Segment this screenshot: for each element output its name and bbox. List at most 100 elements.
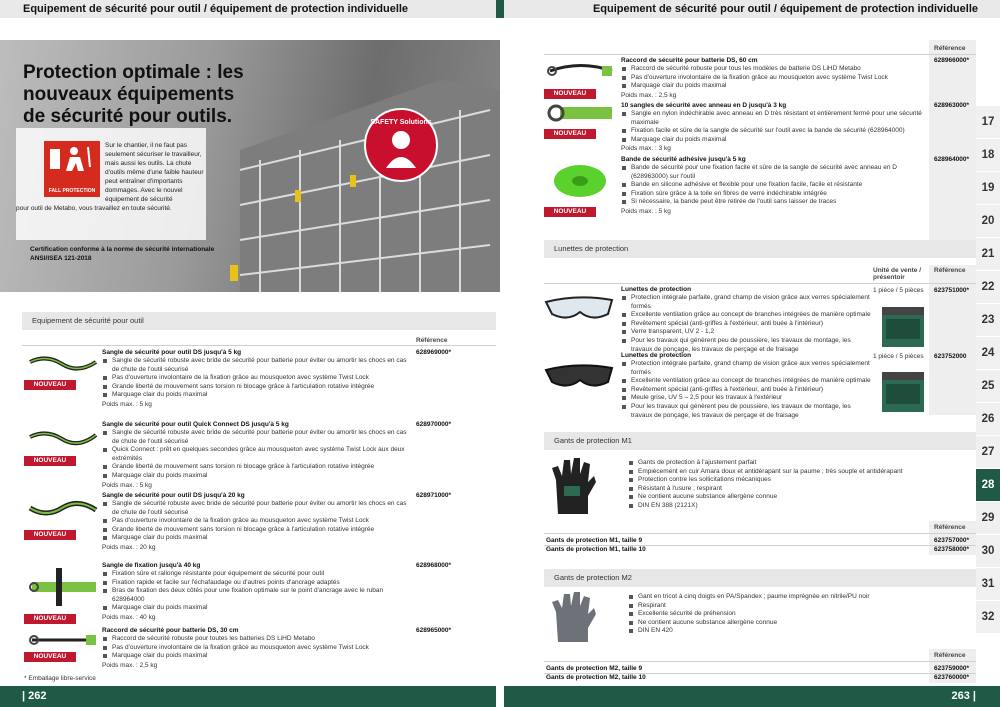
ref-628968000: 628968000* xyxy=(416,562,452,569)
unit-value: 1 pièce / 5 pièces xyxy=(873,287,924,294)
ref-header-m1: Référence xyxy=(934,524,966,531)
product-quick-connect-lanyard: Sangle de sécurité pour outil Quick Conn… xyxy=(102,421,412,490)
product-clear-glasses: Lunettes de protection Protection intégr… xyxy=(621,286,871,353)
new-badge: NOUVEAU xyxy=(544,89,596,99)
gloves-m1-features: Gants de protection à l'ajustement parfa… xyxy=(628,459,928,511)
ref-623759000: 623759000* xyxy=(934,665,970,672)
tab-20[interactable]: 20 xyxy=(976,205,1000,238)
ref-623760000: 623760000* xyxy=(934,674,970,681)
ref-628966000: 628966000* xyxy=(934,57,970,64)
divider xyxy=(544,54,976,55)
new-badge: NOUVEAU xyxy=(24,614,76,624)
product-lanyard-20kg: Sangle de sécurité pour outil DS jusqu'à… xyxy=(102,492,412,552)
ref-628965000: 628965000* xyxy=(416,627,452,634)
product-anchor-strap-40kg: Sangle de fixation jusqu'à 40 kg Fixatio… xyxy=(102,562,412,622)
new-badge: NOUVEAU xyxy=(24,530,76,540)
battery-tether-60cm-image xyxy=(547,64,613,76)
tab-17[interactable]: 17 xyxy=(976,106,1000,139)
section-title-gloves-m2: Gants de protection M2 xyxy=(544,569,976,587)
lanyard-20kg-image xyxy=(28,501,98,516)
ref-628971000: 628971000* xyxy=(416,492,452,499)
chapter-tabs: 17 18 19 20 21 22 23 24 25 26 27 28 29 3… xyxy=(976,106,1000,634)
tab-24[interactable]: 24 xyxy=(976,337,1000,370)
tab-25[interactable]: 25 xyxy=(976,370,1000,403)
tab-18[interactable]: 18 xyxy=(976,139,1000,172)
glove-m2-image xyxy=(552,592,596,642)
footnote: * Emballage libre-service xyxy=(24,675,96,682)
glove-m1-image xyxy=(552,458,596,514)
display-box-image xyxy=(882,307,924,347)
divider xyxy=(544,283,976,284)
gloves-m1-size-10: Gants de protection M1, taille 10 xyxy=(546,546,646,553)
ref-623751000: 623751000* xyxy=(934,287,970,294)
section-title-glasses: Lunettes de protection xyxy=(544,240,976,258)
section-title-gloves-m1: Gants de protection M1 xyxy=(544,432,976,450)
product-d-ring-straps: 10 sangles de sécurité avec anneau en D … xyxy=(621,102,926,153)
ref-header-m2: Référence xyxy=(934,652,966,659)
gloves-m2-size-9: Gants de protection M2, taille 9 xyxy=(546,665,643,672)
ref-623758000: 623758000* xyxy=(934,546,970,553)
clear-glasses-image xyxy=(544,296,614,319)
ref-623752000: 623752000 xyxy=(934,353,967,360)
product-tinted-glasses: Lunettes de protection Protection intégr… xyxy=(621,352,871,419)
page-header-left: Equipement de sécurité pour outil / équi… xyxy=(0,0,496,18)
page-number-right: 263 | xyxy=(504,686,1000,707)
tab-26[interactable]: 26 xyxy=(976,403,1000,436)
divider xyxy=(22,345,496,346)
ref-header-right: Référence xyxy=(934,45,966,52)
battery-tether-30cm-image xyxy=(29,635,96,645)
svg-text:SAFETY Solutions: SAFETY Solutions xyxy=(370,119,431,126)
tinted-glasses-image xyxy=(544,364,614,387)
tab-19[interactable]: 19 xyxy=(976,172,1000,205)
tab-22[interactable]: 22 xyxy=(976,271,1000,304)
tab-29[interactable]: 29 xyxy=(976,502,1000,535)
page-number-left: | 262 xyxy=(0,686,496,707)
tab-23[interactable]: 23 xyxy=(976,304,1000,337)
divider xyxy=(544,533,976,534)
unit-value: 1 pièce / 5 pièces xyxy=(873,353,924,360)
tab-27[interactable]: 27 xyxy=(976,436,1000,469)
ref-header-glasses: Référence xyxy=(934,267,966,274)
adhesive-tape-image xyxy=(554,165,606,197)
ref-628970000: 628970000* xyxy=(416,421,452,428)
new-badge: NOUVEAU xyxy=(24,380,76,390)
ref-column-bg xyxy=(929,40,976,240)
new-badge: NOUVEAU xyxy=(544,207,596,217)
ref-628969000: 628969000* xyxy=(416,349,452,356)
ref-628963000: 628963000* xyxy=(934,102,970,109)
section-title-tool-safety: Equipement de sécurité pour outil xyxy=(22,312,496,330)
tab-32[interactable]: 32 xyxy=(976,601,1000,634)
tab-28[interactable]: 28 xyxy=(976,469,1000,502)
lanyard-5kg-image xyxy=(29,356,98,371)
ref-628964000: 628964000* xyxy=(934,156,970,163)
product-battery-tether-30cm: Raccord de sécurité pour batterie DS, 30… xyxy=(102,627,412,670)
hero-body: Sur le chantier, il ne faut pas seulemen… xyxy=(105,142,204,203)
page-header-right: Equipement de sécurité pour outil / équi… xyxy=(504,0,1000,18)
fall-protection-label: FALL PROTECTION xyxy=(48,188,96,194)
quick-connect-lanyard-image xyxy=(29,431,98,446)
tab-30[interactable]: 30 xyxy=(976,535,1000,568)
gloves-m2-size-10: Gants de protection M2, taille 10 xyxy=(546,674,646,681)
gloves-m2-features: Gant en tricot à cinq doigts en PA/Spand… xyxy=(628,593,928,636)
divider xyxy=(544,661,976,662)
d-ring-strap-image xyxy=(547,104,612,122)
safety-solutions-seal: SAFETY Solutions xyxy=(364,108,438,182)
new-badge: NOUVEAU xyxy=(24,456,76,466)
anchor-strap-image xyxy=(29,568,96,606)
product-battery-tether-60cm: Raccord de sécurité pour batterie DS, 60… xyxy=(621,57,926,100)
product-lanyard-5kg: Sangle de sécurité pour outil DS jusqu'à… xyxy=(102,349,412,409)
hero-body-end: pour outil de Metabo, vous travaillez en… xyxy=(16,205,172,212)
tab-31[interactable]: 31 xyxy=(976,568,1000,601)
ref-header-left: Référence xyxy=(416,337,448,344)
unit-header: Unité de vente / présentoir xyxy=(873,267,922,281)
hero-title: Protection optimale : les nouveaux équip… xyxy=(23,62,244,127)
tab-21[interactable]: 21 xyxy=(976,238,1000,271)
gloves-m1-size-9: Gants de protection M1, taille 9 xyxy=(546,537,643,544)
fall-protection-badge: FALL PROTECTION xyxy=(44,141,100,197)
falling-worker-icon xyxy=(50,146,91,171)
new-badge: NOUVEAU xyxy=(544,129,596,139)
display-box-image xyxy=(882,372,924,412)
ref-623757000: 623757000* xyxy=(934,537,970,544)
product-adhesive-tape: Bande de sécurité adhésive jusqu'à 5 kg … xyxy=(621,156,926,216)
header-divider xyxy=(496,0,504,18)
